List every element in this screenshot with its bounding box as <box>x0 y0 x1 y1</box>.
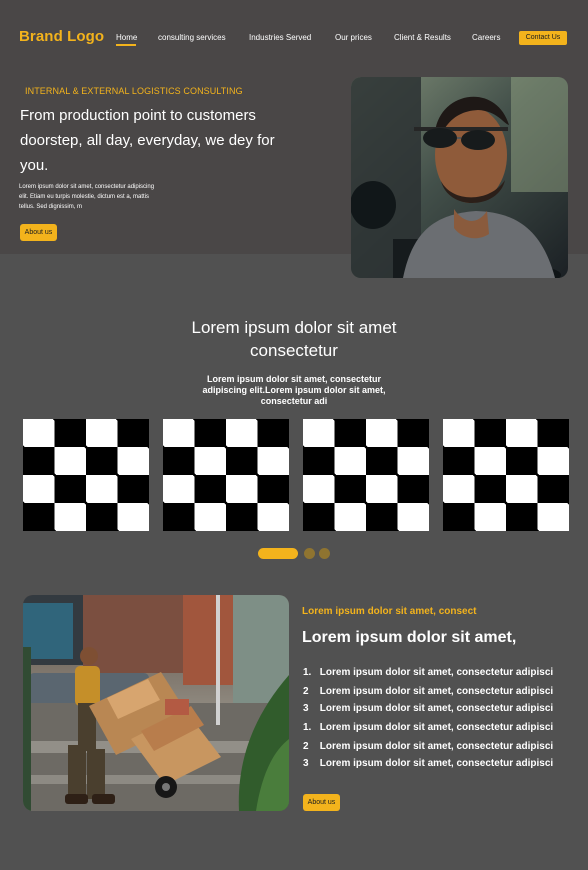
hero-photo <box>351 77 568 278</box>
hero-headline: From production point to customers doors… <box>20 107 275 174</box>
contact-us-button[interactable]: Contact Us <box>519 31 567 45</box>
list-marker: 1. <box>303 667 312 678</box>
section-subtitle: Lorem ipsum dolor sit amet, consectetur … <box>202 374 386 406</box>
list-item-text: Lorem ipsum dolor sit amet, consectetur … <box>319 722 554 733</box>
gallery-image-placeholder-3 <box>303 419 429 531</box>
carousel-dot[interactable] <box>319 548 330 559</box>
feature-about-button[interactable]: About us <box>303 794 340 811</box>
gallery-image-placeholder-1 <box>23 419 149 531</box>
hero-eyebrow: INTERNAL & EXTERNAL LOGISTICS CONSULTING <box>25 86 243 96</box>
checker-pattern <box>23 419 149 531</box>
brand-logo[interactable]: Brand Logo <box>19 28 104 45</box>
list-item-text: Lorem ipsum dolor sit amet, consectetur … <box>319 758 554 769</box>
hero-section: Brand Logo Home consulting services Indu… <box>0 0 588 278</box>
list-item-text: Lorem ipsum dolor sit amet, consectetur … <box>319 686 554 697</box>
list-item: 1. Lorem ipsum dolor sit amet, consectet… <box>303 722 573 733</box>
gallery-image-placeholder-2 <box>163 419 289 531</box>
list-item: 2 Lorem ipsum dolor sit amet, consectetu… <box>303 686 573 697</box>
list-marker: 2 <box>303 686 309 697</box>
delivery-photo <box>23 595 289 811</box>
hero-body-text: Lorem ipsum dolor sit amet, consectetur … <box>19 184 155 210</box>
nav-home[interactable]: Home <box>116 33 137 42</box>
list-marker: 2 <box>303 741 309 752</box>
carousel-dot-active[interactable] <box>258 548 298 559</box>
list-item: 3 Lorem ipsum dolor sit amet, consectetu… <box>303 703 573 714</box>
list-marker: 3 <box>303 703 309 714</box>
list-item-text: Lorem ipsum dolor sit amet, consectetur … <box>319 741 554 752</box>
section-title: Lorem ipsum dolor sit amet consectetur <box>191 318 397 360</box>
list-item: 3 Lorem ipsum dolor sit amet, consectetu… <box>303 758 573 769</box>
nav-active-indicator <box>116 44 136 46</box>
gallery-image-placeholder-4 <box>443 419 569 531</box>
nav-consulting-services[interactable]: consulting services <box>158 33 226 42</box>
hero-about-button[interactable]: About us <box>20 224 57 241</box>
nav-our-prices[interactable]: Our prices <box>335 33 372 42</box>
list-item-text: Lorem ipsum dolor sit amet, consectetur … <box>319 667 554 678</box>
list-marker: 3 <box>303 758 309 769</box>
nav-careers[interactable]: Careers <box>472 33 500 42</box>
nav-industries-served[interactable]: Industries Served <box>249 33 311 42</box>
carousel-dot[interactable] <box>304 548 315 559</box>
checker-pattern <box>443 419 569 531</box>
list-item: 1. Lorem ipsum dolor sit amet, consectet… <box>303 667 573 678</box>
checker-pattern <box>303 419 429 531</box>
feature-title: Lorem ipsum dolor sit amet, <box>302 629 517 646</box>
list-item-text: Lorem ipsum dolor sit amet, consectetur … <box>319 703 554 714</box>
nav-client-results[interactable]: Client & Results <box>394 33 451 42</box>
checker-pattern <box>163 419 289 531</box>
feature-eyebrow: Lorem ipsum dolor sit amet, consect <box>302 606 477 617</box>
list-item: 2 Lorem ipsum dolor sit amet, consectetu… <box>303 741 573 752</box>
list-marker: 1. <box>303 722 312 733</box>
